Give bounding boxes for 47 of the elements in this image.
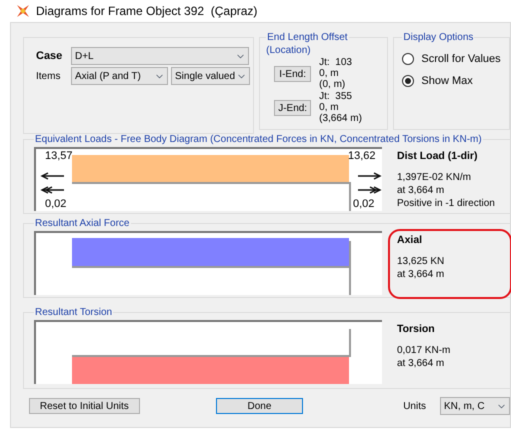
case-dropdown[interactable]: D+L xyxy=(71,47,249,65)
result-text: Positive in -1 direction xyxy=(397,196,496,210)
force-value: 13,62 xyxy=(348,151,376,162)
items-dropdown[interactable]: Axial (P and T) xyxy=(71,67,168,85)
result-heading: Axial xyxy=(397,233,424,248)
joint-label: Jt: 355 xyxy=(319,91,352,102)
joint-label: Jt: 103 xyxy=(319,57,352,68)
result-text: 13,625 KN xyxy=(397,254,446,268)
result-text: at 3,664 m xyxy=(397,356,446,370)
radio-button[interactable] xyxy=(402,53,414,66)
force-arrow xyxy=(40,172,64,180)
end-button[interactable]: J-End: xyxy=(274,100,312,116)
moment-arrow xyxy=(40,186,64,194)
offset-value: 0, m xyxy=(319,68,339,79)
mode-dropdown[interactable]: Single valued xyxy=(171,67,250,85)
offset-value: 0, m xyxy=(319,102,339,113)
group-title: Display Options xyxy=(403,32,474,43)
end-button[interactable]: I-End: xyxy=(274,66,312,82)
result-heading: Dist Load (1-dir) xyxy=(397,149,478,164)
result-text: 0,017 KN-m xyxy=(397,344,452,357)
group-subtitle: (Location) xyxy=(266,45,311,56)
location-value: (0, m) xyxy=(319,79,346,90)
location-value: (3,664 m) xyxy=(319,113,362,124)
panel-title: Equivalent Loads - Free Body Diagram (Concentrated Forces in KN, Concentrated Torsions in KN-m) xyxy=(35,134,482,145)
done-button[interactable]: Done xyxy=(216,398,304,414)
torsion-value: 0,02 xyxy=(353,199,374,210)
case-label: Case xyxy=(36,48,64,64)
torsion-value: 0,02 xyxy=(45,199,66,210)
reset-button[interactable]: Reset to Initial Units xyxy=(29,398,140,414)
force-value: 13,57 xyxy=(45,151,73,162)
radio-button[interactable] xyxy=(402,74,414,87)
radio-option[interactable]: Scroll for Values xyxy=(402,51,509,68)
units-dropdown[interactable]: KN, m, C xyxy=(440,397,510,415)
force-arrow xyxy=(358,172,382,180)
panel-title: Resultant Axial Force xyxy=(35,218,130,229)
window-title: Diagrams for Frame Object 392 (Çapraz) xyxy=(36,3,258,20)
result-text: at 3,664 m xyxy=(397,268,446,281)
result-text: 1,397E-02 KN/m xyxy=(397,170,472,184)
items-label: Items xyxy=(36,70,62,84)
group-title: End Length Offset xyxy=(267,32,348,43)
panel-title: Resultant Torsion xyxy=(35,307,112,318)
result-heading: Torsion xyxy=(397,322,436,337)
moment-arrow xyxy=(358,186,382,194)
units-label: Units xyxy=(403,400,426,414)
radio-option[interactable]: Show Max xyxy=(402,72,509,89)
result-text: at 3,664 m xyxy=(397,184,446,197)
app-icon xyxy=(16,4,30,18)
